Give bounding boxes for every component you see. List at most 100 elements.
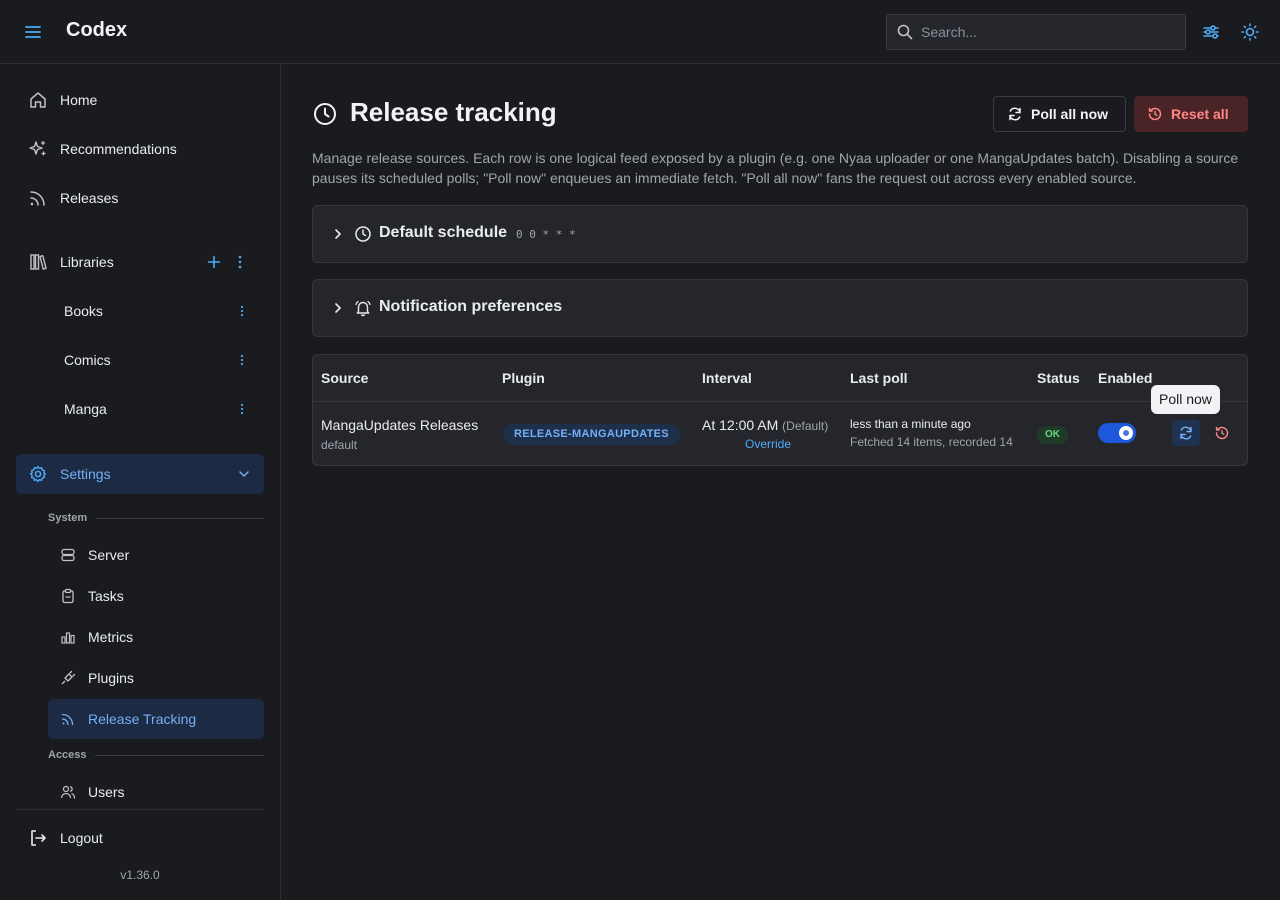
sidebar-item-label: Server xyxy=(88,547,130,563)
top-header: Codex xyxy=(0,0,1280,64)
sidebar-item-label: Release Tracking xyxy=(88,711,197,727)
sidebar-item-label: Recommendations xyxy=(60,141,177,157)
theme-toggle-button[interactable] xyxy=(1238,20,1262,44)
search-icon xyxy=(897,24,913,40)
library-icon xyxy=(28,252,48,272)
app-title: Codex xyxy=(66,19,128,41)
default-schedule-accordion[interactable]: Default schedule 0 0 * * * xyxy=(312,205,1248,263)
override-link[interactable]: Override xyxy=(745,437,791,451)
last-poll-time: less than a minute ago xyxy=(850,417,971,431)
sidebar-item-release-tracking[interactable]: Release Tracking xyxy=(48,699,264,739)
bar-chart-icon xyxy=(60,629,76,645)
sidebar-item-label: Settings xyxy=(60,466,111,482)
history-icon xyxy=(1147,106,1163,122)
library-more-icon[interactable] xyxy=(234,352,250,368)
sidebar-item-label: Libraries xyxy=(60,254,114,270)
toggle-knob xyxy=(1119,426,1133,440)
library-label: Comics xyxy=(64,352,111,368)
filter-settings-button[interactable] xyxy=(1199,20,1223,44)
sidebar-item-label: Tasks xyxy=(88,588,124,604)
sidebar-item-home[interactable]: Home xyxy=(16,80,264,120)
menu-toggle-icon[interactable] xyxy=(24,22,42,42)
library-more-icon[interactable] xyxy=(234,303,250,319)
sidebar-item-plugins[interactable]: Plugins xyxy=(48,658,264,698)
libraries-more-icon[interactable] xyxy=(232,254,248,270)
poll-now-button[interactable] xyxy=(1172,420,1200,446)
clipboard-icon xyxy=(60,588,76,604)
reset-all-button[interactable]: Reset all xyxy=(1134,96,1248,132)
search-box[interactable] xyxy=(886,14,1186,50)
gear-icon xyxy=(28,464,48,484)
sidebar-item-label: Metrics xyxy=(88,629,134,645)
status-badge: OK xyxy=(1037,426,1068,444)
refresh-icon xyxy=(1007,106,1023,122)
sidebar-item-releases[interactable]: Releases xyxy=(16,178,264,218)
release-sources-table: Source Plugin Interval Last poll Status … xyxy=(312,354,1248,466)
sidebar-item-label: Plugins xyxy=(88,670,134,686)
column-header[interactable]: Last poll xyxy=(850,370,908,386)
sidebar-item-server[interactable]: Server xyxy=(48,535,264,575)
plug-icon xyxy=(60,670,76,686)
plugin-badge: RELEASE-MANGAUPDATES xyxy=(503,424,680,445)
clock-icon xyxy=(354,225,372,243)
interval-value: At 12:00 AM (Default) xyxy=(702,417,828,433)
rss-icon xyxy=(28,188,48,208)
column-header[interactable]: Status xyxy=(1037,370,1080,386)
last-poll-detail: Fetched 14 items, recorded 14 xyxy=(850,435,1013,449)
poll-now-tooltip: Poll now xyxy=(1151,385,1220,414)
history-icon xyxy=(1214,425,1230,441)
column-header[interactable]: Enabled xyxy=(1098,370,1152,386)
library-item-books[interactable]: Books xyxy=(16,291,264,331)
sidebar-item-libraries[interactable]: Libraries xyxy=(16,242,264,282)
sidebar-item-metrics[interactable]: Metrics xyxy=(48,617,264,657)
page-title: Release tracking xyxy=(350,97,557,127)
sliders-icon xyxy=(1201,22,1221,42)
library-item-comics[interactable]: Comics xyxy=(16,340,264,380)
library-more-icon[interactable] xyxy=(234,401,250,417)
section-divider xyxy=(95,755,264,756)
table-header-row: Source Plugin Interval Last poll Status … xyxy=(313,355,1247,402)
accordion-title: Notification preferences xyxy=(379,298,563,315)
sparkles-icon xyxy=(28,139,48,159)
library-label: Books xyxy=(64,303,103,319)
sidebar-item-users[interactable]: Users xyxy=(48,772,264,812)
sidebar-item-settings[interactable]: Settings xyxy=(16,454,264,494)
source-name: MangaUpdates Releases xyxy=(321,417,479,433)
accordion-title: Default schedule xyxy=(379,224,508,241)
chevron-right-icon xyxy=(331,227,345,241)
sidebar: Home Recommendations Releases Libraries … xyxy=(0,64,281,900)
reset-all-label: Reset all xyxy=(1171,106,1229,122)
poll-all-label: Poll all now xyxy=(1031,106,1109,122)
sidebar-item-label: Users xyxy=(88,784,125,800)
column-header[interactable]: Plugin xyxy=(502,370,545,386)
cron-expression: 0 0 * * * xyxy=(516,228,576,241)
source-key: default xyxy=(321,438,358,452)
enabled-toggle[interactable] xyxy=(1098,423,1136,443)
sidebar-item-recommendations[interactable]: Recommendations xyxy=(16,129,264,169)
notification-preferences-accordion[interactable]: Notification preferences xyxy=(312,279,1248,337)
bell-icon xyxy=(354,299,372,317)
column-header[interactable]: Source xyxy=(321,370,368,386)
app-version: v1.36.0 xyxy=(120,868,160,882)
section-label-system: System xyxy=(48,512,88,524)
server-icon xyxy=(60,547,76,563)
poll-all-button[interactable]: Poll all now xyxy=(993,96,1126,132)
section-label-access: Access xyxy=(48,749,87,761)
add-library-icon[interactable] xyxy=(206,254,222,270)
sidebar-item-label: Releases xyxy=(60,190,119,206)
sun-icon xyxy=(1240,22,1260,42)
page-description: Manage release sources. Each row is one … xyxy=(312,150,1239,186)
section-divider xyxy=(96,518,264,519)
column-header[interactable]: Interval xyxy=(702,370,752,386)
clock-icon xyxy=(312,101,338,127)
logout-label: Logout xyxy=(60,830,103,846)
interval-text: At 12:00 AM xyxy=(702,417,779,433)
rss-icon xyxy=(60,711,76,727)
library-item-manga[interactable]: Manga xyxy=(16,389,264,429)
logout-button[interactable]: Logout xyxy=(16,818,264,858)
sidebar-item-tasks[interactable]: Tasks xyxy=(48,576,264,616)
home-icon xyxy=(28,90,48,110)
reset-source-button[interactable] xyxy=(1210,420,1234,446)
search-input[interactable] xyxy=(921,24,1171,40)
interval-default-tag: (Default) xyxy=(782,419,829,433)
